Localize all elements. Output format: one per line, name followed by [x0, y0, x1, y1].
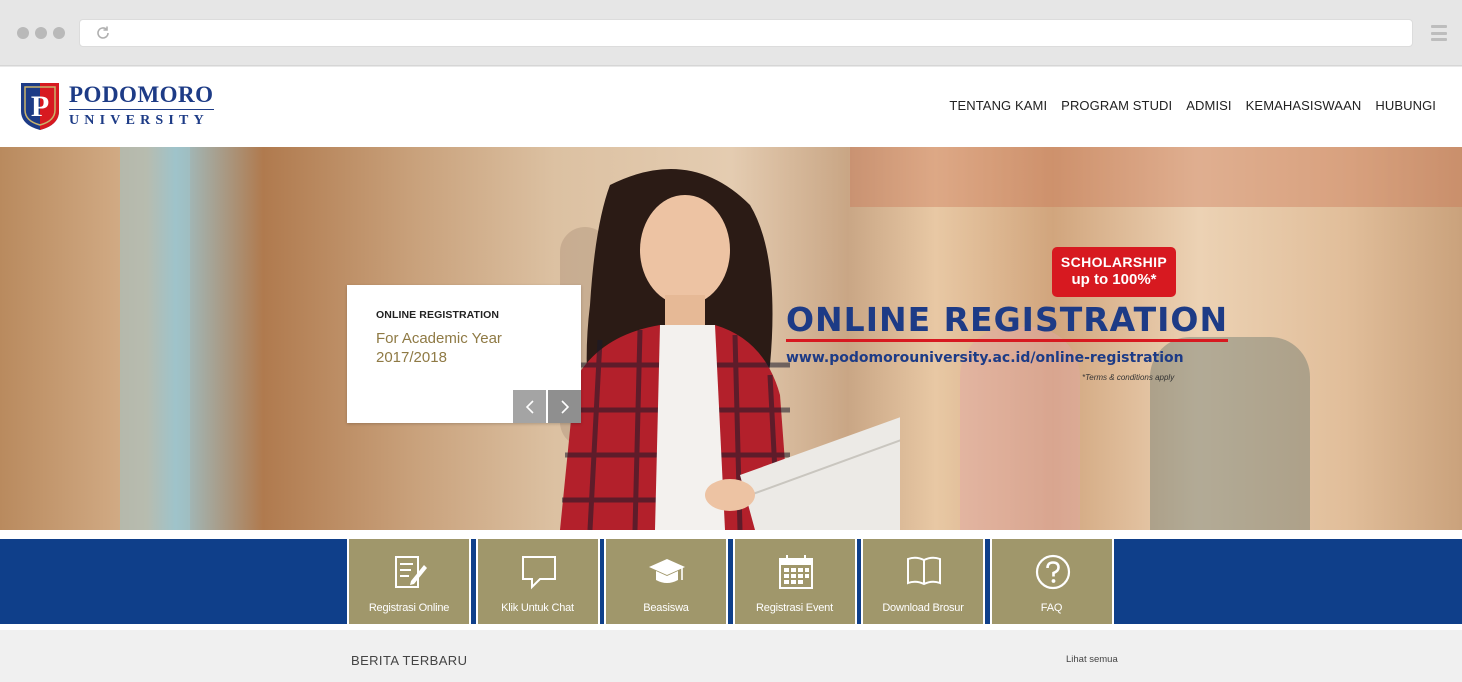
- quick-links-section: Registrasi Online Klik Untuk Chat Beasis…: [0, 530, 1462, 630]
- logo-shield-icon: P: [21, 83, 59, 130]
- site-logo[interactable]: P PODOMORO UNIVERSITY: [19, 81, 214, 131]
- window-dot-maximize[interactable]: [53, 27, 65, 39]
- quick-link-label: Registrasi Online: [368, 602, 450, 614]
- slide-kicker: ONLINE REGISTRATION: [376, 309, 500, 321]
- svg-text:P: P: [31, 90, 49, 123]
- quick-links: Registrasi Online Klik Untuk Chat Beasis…: [347, 539, 1114, 624]
- address-bar[interactable]: [79, 19, 1413, 47]
- form-edit-icon: [395, 556, 427, 588]
- main-nav: TENTANG KAMI PROGRAM STUDI ADMISI KEMAHA…: [949, 98, 1436, 113]
- quick-link-beasiswa[interactable]: Beasiswa: [604, 539, 728, 624]
- browser-chrome: [0, 0, 1462, 66]
- news-heading: BERITA TERBARU: [351, 653, 468, 668]
- quick-link-label: FAQ: [1040, 602, 1063, 614]
- chevron-right-icon: [560, 399, 569, 414]
- hero-terms: *Terms & conditions apply: [1082, 373, 1175, 382]
- hero-slider: ONLINE REGISTRATION For Academic Year 20…: [0, 147, 1462, 530]
- scholarship-badge-line1: SCHOLARSHIP: [1060, 254, 1168, 270]
- slide-caption-card: ONLINE REGISTRATION For Academic Year 20…: [347, 285, 581, 423]
- window-controls: [17, 27, 65, 39]
- calendar-icon: [778, 555, 813, 589]
- window-dot-close[interactable]: [17, 27, 29, 39]
- quick-link-chat[interactable]: Klik Untuk Chat: [475, 539, 600, 624]
- nav-hubungi[interactable]: HUBUNGI: [1375, 98, 1436, 113]
- site-header: P PODOMORO UNIVERSITY TENTANG KAMI PROGR…: [0, 67, 1462, 147]
- logo-subtitle: UNIVERSITY: [69, 112, 209, 128]
- slide-title: For Academic Year 2017/2018: [376, 330, 502, 366]
- quick-link-label: Download Brosur: [882, 602, 964, 614]
- hero-student-image: [560, 169, 900, 530]
- hero-headline: ONLINE REGISTRATION: [786, 302, 1229, 342]
- scholarship-badge: SCHOLARSHIP up to 100%*: [1052, 247, 1176, 297]
- quick-link-label: Klik Untuk Chat: [501, 602, 574, 614]
- window-dot-minimize[interactable]: [35, 27, 47, 39]
- logo-text: PODOMORO UNIVERSITY: [69, 82, 214, 130]
- reload-icon[interactable]: [95, 25, 111, 41]
- nav-kemahasiswaan[interactable]: KEMAHASISWAAN: [1246, 98, 1362, 113]
- slider-prev-button[interactable]: [513, 390, 546, 423]
- logo-name: PODOMORO: [69, 82, 214, 110]
- question-icon: [1035, 554, 1070, 590]
- nav-admisi[interactable]: ADMISI: [1186, 98, 1231, 113]
- chevron-left-icon: [525, 399, 534, 414]
- news-section: BERITA TERBARU Lihat semua: [0, 630, 1462, 682]
- book-icon: [907, 556, 941, 586]
- quick-link-label: Registrasi Event: [756, 602, 833, 614]
- slider-next-button[interactable]: [548, 390, 581, 423]
- quick-link-registrasi-online[interactable]: Registrasi Online: [347, 539, 471, 624]
- nav-program-studi[interactable]: PROGRAM STUDI: [1061, 98, 1172, 113]
- browser-menu-icon[interactable]: [1431, 25, 1447, 41]
- quick-link-label: Beasiswa: [643, 602, 689, 614]
- news-view-all-link[interactable]: Lihat semua: [1066, 654, 1118, 665]
- nav-tentang-kami[interactable]: TENTANG KAMI: [949, 98, 1047, 113]
- hero-url: www.podomorouniversity.ac.id/online-regi…: [786, 350, 1184, 366]
- graduation-cap-icon: [649, 559, 685, 583]
- chat-bubble-icon: [521, 556, 556, 590]
- quick-link-download-brosur[interactable]: Download Brosur: [861, 539, 985, 624]
- quick-link-registrasi-event[interactable]: Registrasi Event: [732, 539, 857, 624]
- quick-link-faq[interactable]: FAQ: [989, 539, 1114, 624]
- scholarship-badge-line2: up to 100%*: [1071, 271, 1157, 288]
